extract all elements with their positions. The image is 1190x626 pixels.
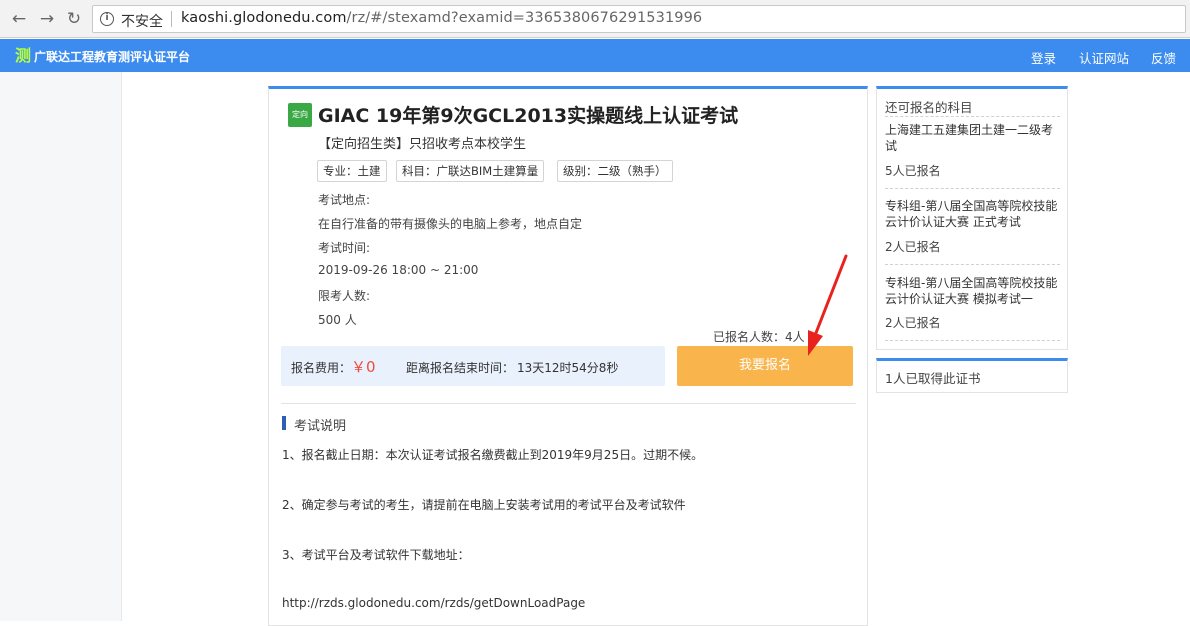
arrow-left-icon[interactable]: ← (8, 8, 30, 30)
available-exam-count: 2人已报名 (885, 240, 941, 254)
nav-cert-site[interactable]: 认证网站 (1079, 48, 1129, 67)
location-label: 考试地点: (318, 193, 371, 207)
url-path: /rz/#/stexamd?examid=3365380676291531996 (346, 10, 703, 26)
exam-category: 【定向招生类】只招收考点本校学生 (318, 137, 527, 152)
certificate-count: 1人已取得此证书 (885, 371, 981, 386)
panel-divider (885, 340, 1060, 341)
tag-level: 级别：二级（熟手） (557, 160, 673, 182)
nav-feedback[interactable]: 反馈 (1151, 48, 1176, 67)
registered-count: 已报名人数：4人 (713, 330, 805, 344)
available-exam-title[interactable]: 专科组-第八届全国高等院校技能云计价认证大赛 模拟考试一 (885, 275, 1060, 307)
address-bar[interactable]: i 不安全 kaoshi.glodonedu.com/rz/#/stexamd?… (92, 5, 1186, 33)
description-title: 考试说明 (294, 419, 347, 434)
section-divider (281, 403, 856, 404)
available-exam-count: 2人已报名 (885, 316, 941, 330)
panel-divider (885, 116, 1060, 117)
logo-icon[interactable]: 测 (15, 46, 32, 65)
countdown-label: 距离报名结束时间： (406, 361, 515, 375)
available-exam-count: 5人已报名 (885, 164, 941, 178)
time-label: 考试时间: (318, 241, 371, 255)
download-link[interactable]: http://rzds.glodonedu.com/rzds/getDownLo… (282, 596, 585, 610)
location-value: 在自行准备的带有摄像头的电脑上参考，地点自定 (318, 217, 583, 231)
arrow-right-icon[interactable]: → (36, 8, 58, 30)
app-title[interactable]: 广联达工程教育测评认证平台 (34, 48, 190, 65)
reload-icon[interactable]: ↻ (63, 8, 85, 30)
signup-button[interactable]: 我要报名 (677, 346, 853, 386)
nav-login[interactable]: 登录 (1031, 48, 1056, 67)
left-gutter (0, 72, 122, 621)
fee-box: 报名费用： ￥0 距离报名结束时间： 13天12时54分8秒 (281, 346, 665, 386)
countdown-value: 13天12时54分8秒 (517, 361, 619, 375)
fee-label: 报名费用： (291, 361, 352, 375)
limit-value: 500 人 (318, 313, 357, 327)
exam-title: GIAC 19年第9次GCL2013实操题线上认证考试 (318, 105, 739, 127)
directed-badge: 定向 (288, 103, 312, 127)
address-divider (171, 11, 172, 27)
description-line: 1、报名截止日期：本次认证考试报名缴费截止到2019年9月25日。过期不候。 (282, 448, 704, 462)
tag-major: 专业：土建 (317, 160, 387, 182)
limit-label: 限考人数: (318, 289, 371, 303)
available-exam-title[interactable]: 上海建工五建集团土建一二级考试 (885, 122, 1060, 154)
info-icon[interactable]: i (100, 12, 114, 26)
description-line: 2、确定参与考试的考生，请提前在电脑上安装考试用的考试平台及考试软件 (282, 498, 686, 512)
url-host: kaoshi.glodonedu.com (181, 10, 347, 26)
security-status[interactable]: 不安全 (121, 11, 163, 31)
panel-divider (885, 188, 1060, 189)
description-line: 3、考试平台及考试软件下载地址： (282, 548, 470, 562)
browser-toolbar: ← → ↻ i 不安全 kaoshi.glodonedu.com/rz/#/st… (0, 0, 1190, 38)
panel-divider (885, 264, 1060, 265)
available-exams-heading: 还可报名的科目 (885, 100, 973, 115)
url-text[interactable]: kaoshi.glodonedu.com/rz/#/stexamd?examid… (181, 10, 702, 26)
time-value: 2019-09-26 18:00 ~ 21:00 (318, 263, 479, 277)
app-header: 测 广联达工程教育测评认证平台 登录 认证网站 反馈 (0, 39, 1190, 72)
fee-value: ￥0 (351, 358, 376, 376)
tag-subject: 科目：广联达BIM土建算量 (396, 160, 545, 182)
section-marker (282, 416, 286, 430)
available-exam-title[interactable]: 专科组-第八届全国高等院校技能云计价认证大赛 正式考试 (885, 198, 1060, 230)
